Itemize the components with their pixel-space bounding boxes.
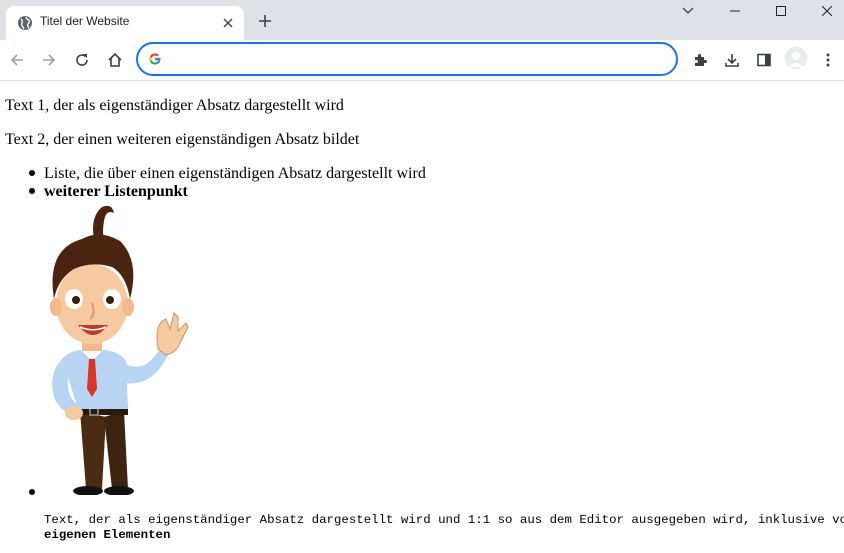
page-content: Text 1, der als eigenständiger Absatz da… xyxy=(0,81,844,553)
list-bullet xyxy=(29,170,35,176)
side-panel-icon[interactable] xyxy=(753,49,775,71)
avatar[interactable] xyxy=(785,47,807,69)
tab-search-icon[interactable] xyxy=(665,0,711,22)
list-bullet xyxy=(29,188,35,194)
arrow-right-icon[interactable] xyxy=(38,49,60,71)
puzzle-icon[interactable] xyxy=(689,49,711,71)
download-icon[interactable] xyxy=(721,49,743,71)
cartoon-man-waving-image xyxy=(50,205,189,495)
preformatted-line-2: eigenen Elementen xyxy=(44,528,171,542)
paragraph-1: Text 1, der als eigenständiger Absatz da… xyxy=(5,97,344,114)
arrow-left-icon[interactable] xyxy=(6,49,28,71)
reload-icon[interactable] xyxy=(71,49,93,71)
home-icon[interactable] xyxy=(104,49,126,71)
globe-icon xyxy=(18,16,32,30)
tab-title: Titel der Website xyxy=(40,14,130,28)
preformatted-line-1: Text, der als eigenständiger Absatz darg… xyxy=(44,513,844,527)
browser-toolbar xyxy=(0,40,844,81)
minimize-icon[interactable] xyxy=(712,0,758,22)
close-icon[interactable] xyxy=(219,14,237,32)
tab-strip: Titel der Website xyxy=(0,0,844,40)
google-icon xyxy=(149,53,161,65)
plus-icon[interactable] xyxy=(255,11,275,31)
window-close-icon[interactable] xyxy=(804,0,844,22)
kebab-menu-icon[interactable] xyxy=(817,49,839,71)
list-bullet xyxy=(29,489,35,495)
maximize-icon[interactable] xyxy=(758,0,804,22)
active-tab[interactable]: Titel der Website xyxy=(6,6,244,40)
address-bar[interactable] xyxy=(136,42,678,76)
list-item-1: Liste, die über einen eigenständigen Abs… xyxy=(44,165,426,182)
paragraph-2: Text 2, der einen weiteren eigenständige… xyxy=(5,131,360,148)
